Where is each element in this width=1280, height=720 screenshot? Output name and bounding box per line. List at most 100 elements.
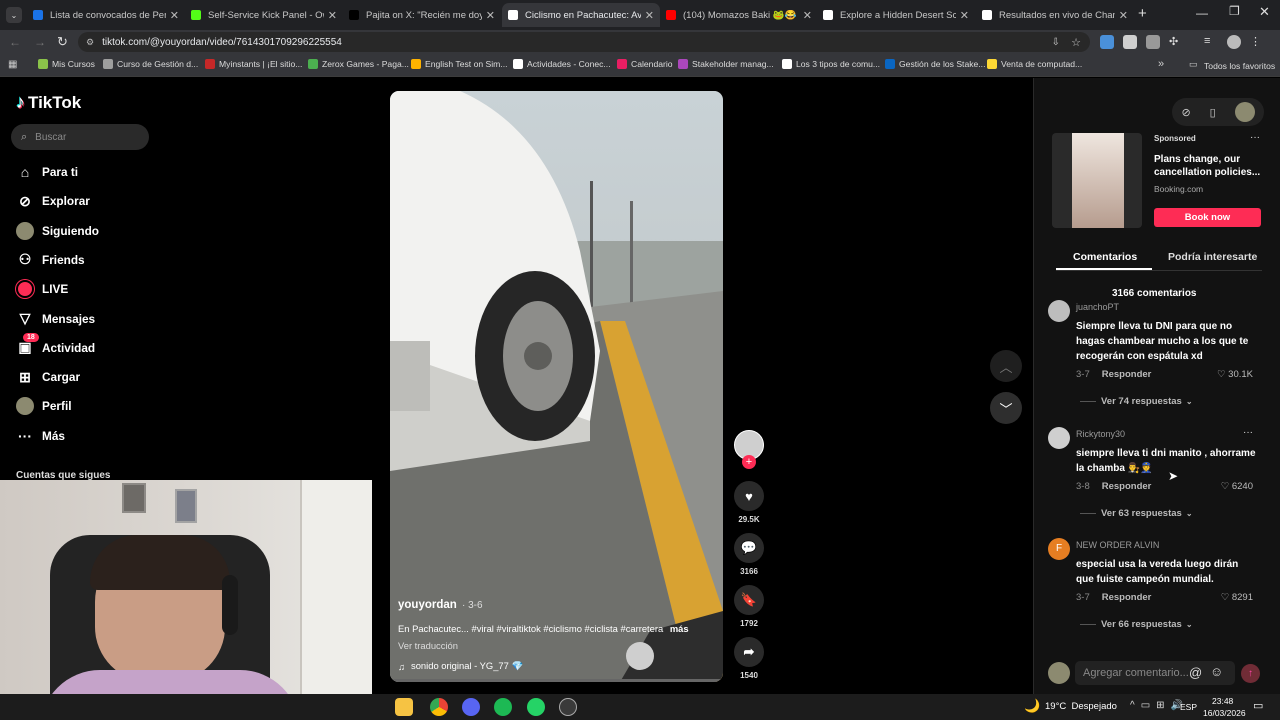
file-explorer-icon[interactable]: [395, 698, 413, 716]
view-replies-button[interactable]: Ver 74 respuestas ⌄: [1080, 396, 1193, 407]
star-icon[interactable]: ☆: [1071, 36, 1081, 49]
bookmark-icon[interactable]: 🔖: [734, 585, 764, 615]
browser-tab[interactable]: Self-Service Kick Panel - OwnK ✕: [185, 3, 343, 27]
avatar[interactable]: [1048, 300, 1070, 322]
comment-username[interactable]: juanchoPT: [1076, 302, 1119, 312]
share-action[interactable]: ➦ 1540: [733, 637, 765, 680]
back-icon[interactable]: ←: [9, 35, 21, 49]
language-indicator[interactable]: ESP: [1180, 702, 1197, 712]
extension-icon[interactable]: [1123, 35, 1137, 49]
profile-avatar[interactable]: [1227, 35, 1241, 49]
bookmark-item[interactable]: Stakeholder manag...: [678, 59, 774, 69]
save-action[interactable]: 🔖 1792: [733, 585, 765, 628]
comment-like[interactable]: ♡ 8291: [1221, 592, 1253, 603]
forward-icon[interactable]: →: [34, 35, 46, 49]
search-input[interactable]: ⌕ Buscar: [11, 124, 149, 150]
bookmark-item[interactable]: English Test on Sim...: [411, 59, 507, 69]
book-now-button[interactable]: Book now: [1154, 208, 1261, 227]
new-tab-button[interactable]: +: [1138, 5, 1147, 22]
reply-button[interactable]: Responder: [1102, 369, 1152, 380]
bookmark-item[interactable]: Mis Cursos: [38, 59, 95, 69]
device-icon[interactable]: ▯: [1210, 106, 1216, 119]
address-bar[interactable]: ⚙ tiktok.com/@youyordan/video/7614301709…: [78, 32, 1090, 52]
bookmarks-more-button[interactable]: »: [1158, 58, 1164, 70]
extension-icon[interactable]: [1100, 35, 1114, 49]
sidebar-item[interactable]: ▽ Mensajes: [16, 310, 96, 328]
bookmark-item[interactable]: Myinstants | ¡El sitio...: [205, 59, 302, 69]
menu-icon[interactable]: ⋮: [1250, 35, 1264, 49]
video-player[interactable]: youyordan · 3-6 En Pachacutec... #viral …: [390, 91, 723, 682]
tiktok-logo[interactable]: ♪ TikTok: [16, 92, 81, 113]
heart-outline-icon[interactable]: ♡: [1217, 369, 1226, 380]
comment-username[interactable]: NEW ORDER ALVIN: [1076, 540, 1159, 550]
bookmark-item[interactable]: Gestión de los Stake...: [885, 59, 985, 69]
weather-text[interactable]: 19°C Despejado: [1045, 701, 1117, 712]
sidebar-item[interactable]: ··· Más: [16, 427, 65, 445]
chrome-icon[interactable]: [430, 698, 448, 716]
tab-comments[interactable]: Comentarios: [1073, 251, 1137, 263]
profile-avatar[interactable]: [1234, 102, 1255, 122]
browser-tab[interactable]: Ciclismo en Pachacutec: Aventu ✕: [502, 3, 660, 27]
sidebar-item[interactable]: ⌂ Para ti: [16, 163, 78, 181]
next-video-button[interactable]: ﹀: [990, 392, 1022, 424]
minimize-button[interactable]: —: [1196, 6, 1208, 20]
ad-title[interactable]: Plans change, our cancellation policies.…: [1154, 153, 1264, 179]
tab-interesting[interactable]: Podría interesarte: [1168, 251, 1257, 263]
previous-video-button[interactable]: ︿: [990, 350, 1022, 382]
heart-outline-icon[interactable]: ♡: [1221, 481, 1230, 492]
extension-icon[interactable]: [1146, 35, 1160, 49]
comment-like[interactable]: ♡ 6240: [1221, 481, 1253, 492]
bookmark-item[interactable]: Los 3 tipos de comu...: [782, 59, 880, 69]
media-icon[interactable]: ≡: [1204, 35, 1218, 49]
follow-button[interactable]: +: [742, 455, 756, 469]
avatar[interactable]: F: [1048, 538, 1070, 560]
bookmark-item[interactable]: Actividades - Conec...: [513, 59, 611, 69]
reply-button[interactable]: Responder: [1102, 481, 1152, 492]
steam-icon[interactable]: [559, 698, 577, 716]
close-window-button[interactable]: ✕: [1259, 4, 1270, 20]
browser-tab[interactable]: Resultados en vivo de Champio ✕: [976, 3, 1134, 27]
view-replies-button[interactable]: Ver 66 respuestas ⌄: [1080, 619, 1193, 630]
bookmark-item[interactable]: Curso de Gestión d...: [103, 59, 198, 69]
video-author[interactable]: youyordan · 3-6: [398, 599, 483, 611]
spotify-icon[interactable]: [494, 698, 512, 716]
tab-search-button[interactable]: ⌄: [6, 7, 22, 23]
translate-link[interactable]: Ver traducción: [398, 640, 458, 651]
comment-icon[interactable]: 💬: [734, 533, 764, 563]
share-icon[interactable]: ➦: [734, 637, 764, 667]
comment-action[interactable]: 💬 3166: [733, 533, 765, 576]
sidebar-item[interactable]: ⚇ Friends: [16, 251, 85, 269]
ad-more-icon[interactable]: ···: [1250, 132, 1260, 143]
heart-icon[interactable]: ♥: [734, 481, 764, 511]
heart-outline-icon[interactable]: ♡: [1221, 592, 1230, 603]
site-info-icon[interactable]: ⚙: [86, 37, 94, 48]
close-tab-icon[interactable]: ✕: [328, 9, 337, 22]
install-icon[interactable]: ⇩: [1052, 37, 1060, 48]
comment-username[interactable]: Rickytony30: [1076, 429, 1125, 439]
close-tab-icon[interactable]: ✕: [1119, 9, 1128, 22]
browser-tab[interactable]: Pajita on X: "Recién me doy cu ✕: [343, 3, 501, 27]
notifications-icon[interactable]: ▭: [1253, 699, 1263, 712]
caption-more-link[interactable]: más: [670, 623, 689, 634]
emoji-icon[interactable]: ☺: [1210, 664, 1223, 679]
comment-more-icon[interactable]: ···: [1243, 427, 1253, 438]
all-favorites-link[interactable]: Todos los favoritos: [1204, 61, 1275, 71]
apps-icon[interactable]: ▦: [8, 59, 17, 70]
reply-button[interactable]: Responder: [1102, 592, 1152, 603]
clock-date[interactable]: 16/03/2026: [1203, 708, 1246, 718]
bookmark-item[interactable]: Venta de computad...: [987, 59, 1082, 69]
browser-tab[interactable]: Explore a Hidden Desert Scorp ✕: [817, 3, 975, 27]
browser-tab[interactable]: Lista de convocados de Perú pa ✕: [27, 3, 185, 27]
sidebar-item[interactable]: ⊞ Cargar: [16, 368, 80, 386]
sidebar-item[interactable]: ⊘ Explorar: [16, 192, 90, 210]
discord-icon[interactable]: [462, 698, 480, 716]
restore-button[interactable]: ❐: [1229, 4, 1240, 18]
mention-icon[interactable]: @: [1189, 665, 1202, 680]
close-tab-icon[interactable]: ✕: [486, 9, 495, 22]
explore-icon[interactable]: ⊘: [1181, 106, 1190, 119]
sidebar-item[interactable]: LIVE: [16, 280, 68, 299]
avatar[interactable]: [1048, 427, 1070, 449]
close-tab-icon[interactable]: ✕: [803, 9, 812, 22]
comment-like[interactable]: ♡ 30.1K: [1217, 369, 1253, 380]
send-comment-button[interactable]: ↑: [1241, 664, 1260, 683]
